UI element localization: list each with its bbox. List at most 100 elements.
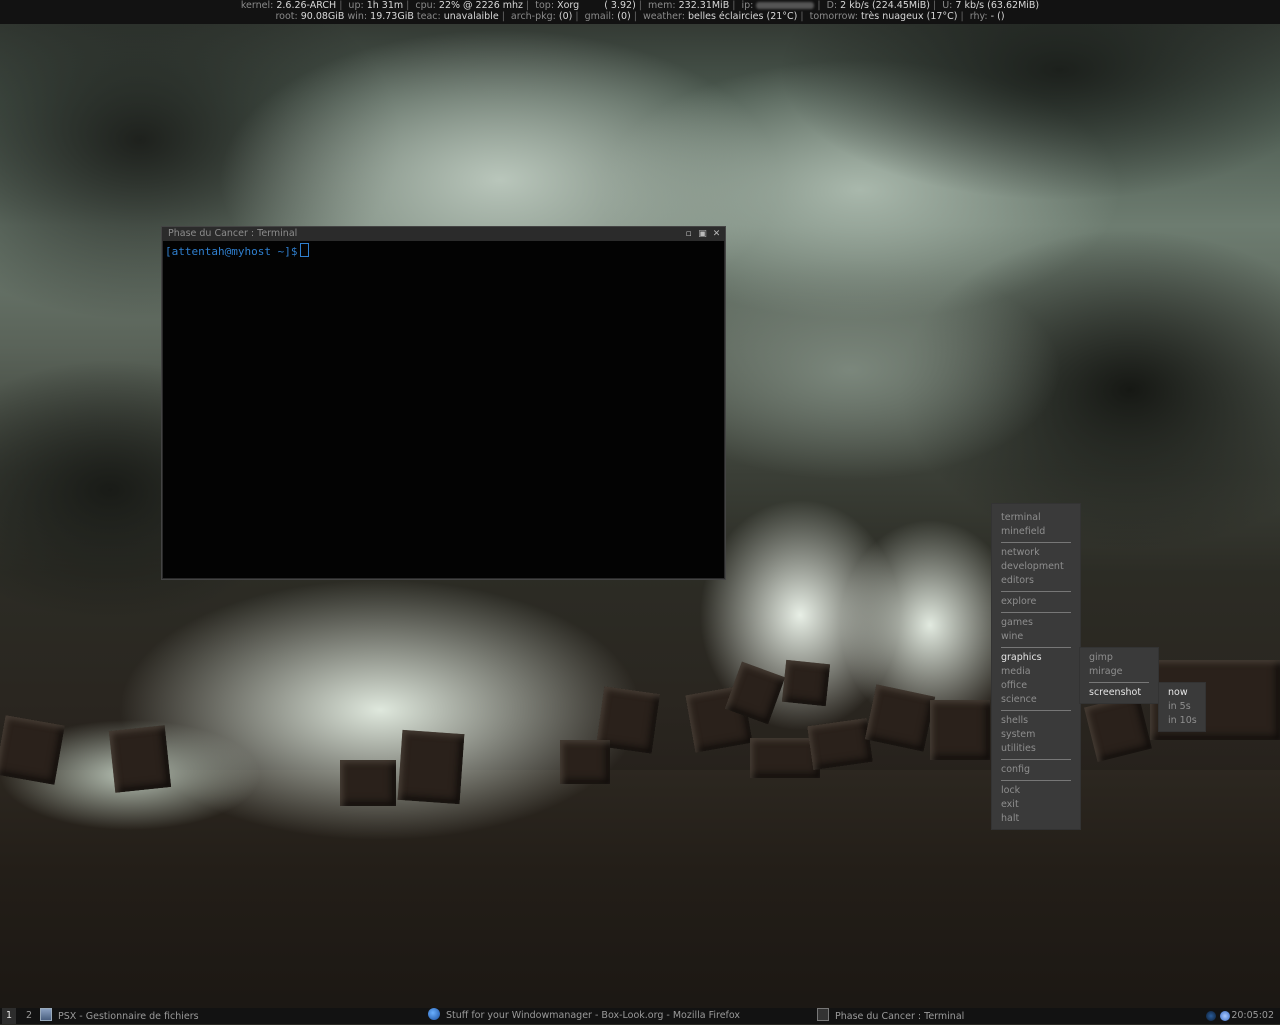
tomorrow-label: tomorrow: (809, 11, 858, 22)
maximize-icon[interactable]: ▣ (698, 229, 707, 239)
menu-item-terminal[interactable]: terminal (992, 511, 1080, 525)
win-label: win: (347, 11, 368, 22)
menu-item-development[interactable]: development (992, 560, 1080, 574)
menu-item-minefield[interactable]: minefield (992, 525, 1080, 539)
menu-item-mirage[interactable]: mirage (1080, 665, 1158, 679)
firefox-icon (428, 1008, 440, 1020)
task-firefox[interactable]: Stuff for your Windowmanager - Box-Look.… (428, 1008, 740, 1024)
shell-prompt: [attentah@myhost ~]$ (165, 245, 298, 258)
taskbar: 1 2 PSX - Gestionnaire de fichiers Stuff… (0, 1008, 1280, 1024)
tomorrow-value: très nuageux (860, 11, 924, 22)
menu-item-gimp[interactable]: gimp (1080, 651, 1158, 665)
rock (340, 760, 396, 806)
status-bar: kernel: 2.6.26-ARCH | up: 1h 31m | cpu: 22… (0, 0, 1280, 24)
rock (807, 718, 873, 770)
rock (864, 684, 936, 752)
mem-label: mem: (648, 0, 676, 11)
menu-separator (1001, 542, 1071, 543)
status-row-system: kernel: 2.6.26-ARCH | up: 1h 31m | cpu: 22… (240, 0, 1040, 11)
rock (781, 659, 831, 707)
volume-tray-icon[interactable] (1220, 1011, 1230, 1021)
root-menu: terminal minefield network development edito… (992, 504, 1080, 829)
rock (108, 725, 172, 793)
menu-item-science[interactable]: science (992, 693, 1080, 707)
task-file-manager[interactable]: PSX - Gestionnaire de fichiers (40, 1008, 199, 1025)
rock (0, 715, 65, 785)
arch-pkg-value: (0) (558, 11, 573, 22)
menu-item-now[interactable]: now (1159, 686, 1205, 700)
rock (1084, 694, 1152, 762)
terminal-body[interactable]: [attentah@myhost ~]$ (163, 241, 724, 578)
close-icon[interactable]: ✕ (712, 229, 721, 239)
task-label: Stuff for your Windowmanager - Box-Look.… (446, 1010, 741, 1021)
rhy-label: rhy: (969, 11, 988, 22)
menu-item-config[interactable]: config (992, 763, 1080, 777)
screenshot-submenu: now in 5s in 10s (1159, 683, 1205, 731)
download-total: (224.45MiB) (871, 0, 930, 11)
weather-temp: (21°C) (766, 11, 798, 22)
menu-item-exit[interactable]: exit (992, 798, 1080, 812)
gmail-label: gmail: (584, 11, 615, 22)
tomorrow-temp: (17°C) (926, 11, 958, 22)
kernel-value: 2.6.26-ARCH (276, 0, 337, 11)
menu-item-wine[interactable]: wine (992, 630, 1080, 644)
mem-value: 232.31MiB (678, 0, 730, 11)
root-label: root: (275, 11, 298, 22)
clock: 20:05:02 (1231, 1010, 1274, 1021)
menu-item-graphics[interactable]: graphics (992, 651, 1080, 665)
menu-item-screenshot[interactable]: screenshot (1080, 686, 1158, 700)
terminal-icon (817, 1008, 829, 1021)
terminal-titlebar[interactable]: Phase du Cancer : Terminal ▫ ▣ ✕ (162, 227, 725, 241)
menu-separator (1001, 710, 1071, 711)
workspace-1[interactable]: 1 (2, 1008, 16, 1024)
workspace-2[interactable]: 2 (22, 1008, 36, 1024)
rock (930, 700, 990, 760)
minimize-icon[interactable]: ▫ (684, 229, 693, 239)
menu-item-editors[interactable]: editors (992, 574, 1080, 588)
menu-item-halt[interactable]: halt (992, 812, 1080, 826)
ip-redacted (756, 2, 815, 9)
menu-item-lock[interactable]: lock (992, 784, 1080, 798)
network-tray-icon[interactable] (1206, 1011, 1216, 1021)
menu-item-utilities[interactable]: utilities (992, 742, 1080, 756)
window-title: Phase du Cancer : Terminal (168, 228, 298, 239)
rhy-value: - () (990, 11, 1005, 22)
menu-item-in-10s[interactable]: in 10s (1159, 714, 1205, 728)
menu-item-shells[interactable]: shells (992, 714, 1080, 728)
menu-item-office[interactable]: office (992, 679, 1080, 693)
file-manager-icon (40, 1008, 52, 1021)
ip-label: ip: (741, 0, 754, 11)
menu-item-explore[interactable]: explore (992, 595, 1080, 609)
menu-separator (1001, 759, 1071, 760)
top-process: Xorg (557, 0, 580, 11)
arch-pkg-label: arch-pkg: (510, 11, 556, 22)
window-buttons: ▫ ▣ ✕ (684, 227, 721, 241)
rock (560, 740, 610, 784)
weather-value: belles éclaircies (687, 11, 764, 22)
menu-item-system[interactable]: system (992, 728, 1080, 742)
menu-item-games[interactable]: games (992, 616, 1080, 630)
terminal-window[interactable]: Phase du Cancer : Terminal ▫ ▣ ✕ [attent… (161, 226, 726, 580)
win-value: 19.73GiB (370, 11, 414, 22)
menu-separator (1001, 612, 1071, 613)
uptime-label: up: (348, 0, 364, 11)
menu-item-network[interactable]: network (992, 546, 1080, 560)
task-label: PSX - Gestionnaire de fichiers (58, 1011, 199, 1022)
cursor-block (300, 243, 310, 257)
root-value: 90.08GiB (300, 11, 345, 22)
graphics-submenu: gimp mirage screenshot (1080, 648, 1158, 703)
upload-rate: 7 kb/s (955, 0, 985, 11)
teac-label: teac: (416, 11, 441, 22)
status-row-info: root: 90.08GiB win: 19.73GiB teac: unava… (275, 11, 1005, 22)
menu-separator (1001, 647, 1071, 648)
menu-item-media[interactable]: media (992, 665, 1080, 679)
upload-label: U: (942, 0, 953, 11)
task-label: Phase du Cancer : Terminal (835, 1011, 965, 1022)
menu-item-in-5s[interactable]: in 5s (1159, 700, 1205, 714)
kernel-label: kernel: (240, 0, 274, 11)
top-label: top: (535, 0, 555, 11)
uptime-value: 1h 31m (366, 0, 404, 11)
top-process-load: ( 3.92) (604, 0, 636, 11)
task-terminal[interactable]: Phase du Cancer : Terminal (817, 1008, 964, 1025)
menu-separator (1001, 780, 1071, 781)
